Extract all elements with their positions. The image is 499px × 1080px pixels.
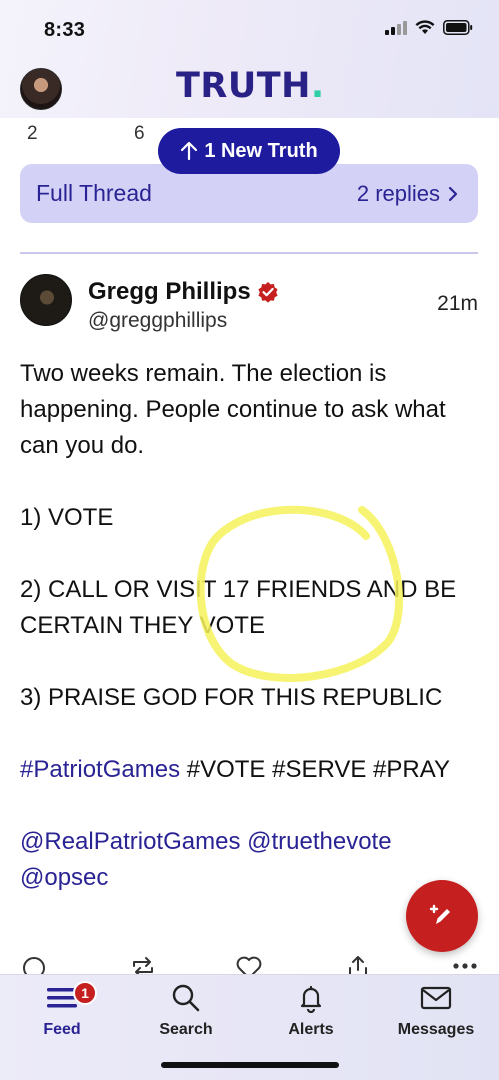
profile-avatar[interactable] xyxy=(20,68,62,110)
author-name[interactable]: Gregg Phillips xyxy=(88,278,279,306)
tab-search-label: Search xyxy=(159,1021,213,1038)
status-icons xyxy=(385,20,473,35)
mention-opsec[interactable]: @opsec xyxy=(20,864,108,891)
compose-pencil-icon xyxy=(429,904,450,924)
annotation-circle xyxy=(196,505,403,682)
battery-icon xyxy=(443,20,473,35)
retruth-count: 6 xyxy=(134,123,145,144)
author-avatar[interactable] xyxy=(20,274,72,326)
hashtag-patriotgames[interactable]: #PatriotGames xyxy=(20,756,180,783)
wifi-icon xyxy=(415,20,435,34)
post-mentions: @RealPatriotGames @truethevote @opsec xyxy=(20,824,480,896)
verified-badge-icon xyxy=(258,282,278,303)
tab-alerts-label: Alerts xyxy=(288,1021,334,1038)
post-intro: Two weeks remain. The election is happen… xyxy=(20,360,446,459)
chevron-right-icon xyxy=(448,186,458,201)
status-time: 8:33 xyxy=(44,19,86,41)
author-name-text: Gregg Phillips xyxy=(88,278,251,305)
tab-search[interactable]: Search xyxy=(131,983,241,1039)
compose-button[interactable] xyxy=(406,880,478,952)
tab-alerts[interactable]: Alerts xyxy=(256,983,366,1039)
post-time: 21m xyxy=(437,292,478,315)
hashtags-plain: #VOTE #SERVE #PRAY xyxy=(180,756,450,783)
arrow-up-icon xyxy=(181,141,198,161)
tab-messages-label: Messages xyxy=(397,1021,475,1038)
feed-badge: 1 xyxy=(73,981,97,1005)
new-truth-button[interactable]: 1 New Truth xyxy=(158,128,340,174)
tab-feed-label: Feed xyxy=(43,1021,81,1038)
bell-icon xyxy=(300,985,322,1013)
signal-icon xyxy=(385,20,407,35)
mention-realpatriotgames[interactable]: @RealPatriotGames xyxy=(20,828,240,855)
tab-messages[interactable]: Messages xyxy=(381,983,491,1039)
full-thread-label: Full Thread xyxy=(36,180,152,206)
replies-link[interactable]: 2 replies xyxy=(357,181,458,207)
home-indicator xyxy=(161,1062,339,1068)
post-hashtags: #PatriotGames #VOTE #SERVE #PRAY xyxy=(20,752,480,788)
new-truth-label: 1 New Truth xyxy=(204,139,318,162)
replies-label: 2 replies xyxy=(356,180,440,206)
more-icon[interactable] xyxy=(452,962,478,970)
thread-divider xyxy=(20,252,478,254)
author-handle[interactable]: @greggphillips xyxy=(88,309,227,333)
mention-truethevote[interactable]: @truethevote xyxy=(247,828,391,855)
post-item-3: 3) PRAISE GOD FOR THIS REPUBLIC xyxy=(20,684,443,711)
mail-icon xyxy=(420,986,452,1010)
search-icon xyxy=(172,984,200,1012)
truth-logo[interactable]: TRUTH. xyxy=(176,66,325,106)
reply-count: 2 xyxy=(27,123,38,144)
tab-feed[interactable]: 1 Feed xyxy=(7,981,117,1039)
